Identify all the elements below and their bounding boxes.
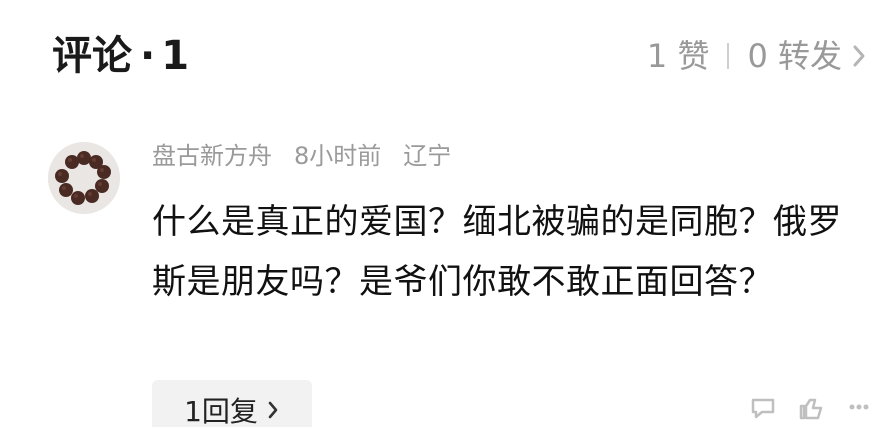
comment-username[interactable]: 盘古新方舟: [152, 144, 272, 168]
avatar[interactable]: [48, 142, 120, 214]
replies-button-label: 1回复: [184, 395, 258, 427]
post-stats-link[interactable]: 1 赞 0 转发: [647, 40, 870, 72]
stats-separator: [727, 43, 730, 69]
comments-header: 评论 · 1 1 赞 0 转发: [0, 0, 886, 120]
comments-title: 评论 · 1: [52, 36, 189, 76]
comments-page: 评论 · 1 1 赞 0 转发 盘古新方舟 8小时前 辽宁 什么是真正的爱国？缅…: [0, 0, 886, 427]
prayer-beads-avatar-icon: [48, 142, 120, 214]
chevron-right-icon: [268, 401, 278, 419]
replies-button[interactable]: 1回复: [152, 380, 312, 427]
more-icon[interactable]: [842, 390, 876, 424]
comments-title-dot: ·: [140, 33, 156, 79]
like-icon[interactable]: [794, 390, 828, 424]
comment-location: 辽宁: [403, 142, 452, 170]
comment-text: 什么是真正的爱国？缅北被骗的是同胞？俄罗斯是朋友吗？是爷们你敢不敢正面回答？: [152, 202, 842, 302]
comment-time: 8小时前: [294, 142, 382, 170]
comment-meta: 盘古新方舟 8小时前 辽宁: [152, 144, 451, 168]
comment-item: 盘古新方舟 8小时前 辽宁 什么是真正的爱国？缅北被骗的是同胞？俄罗斯是朋友吗？…: [0, 120, 886, 427]
comment-actions: [746, 390, 876, 424]
likes-count[interactable]: 1 赞: [647, 40, 710, 72]
forwards-count[interactable]: 0 转发: [747, 40, 842, 72]
chevron-right-icon[interactable]: [848, 42, 870, 70]
comments-count: 1: [161, 33, 190, 79]
comments-title-text: 评论: [52, 33, 132, 79]
comment-icon[interactable]: [746, 390, 780, 424]
